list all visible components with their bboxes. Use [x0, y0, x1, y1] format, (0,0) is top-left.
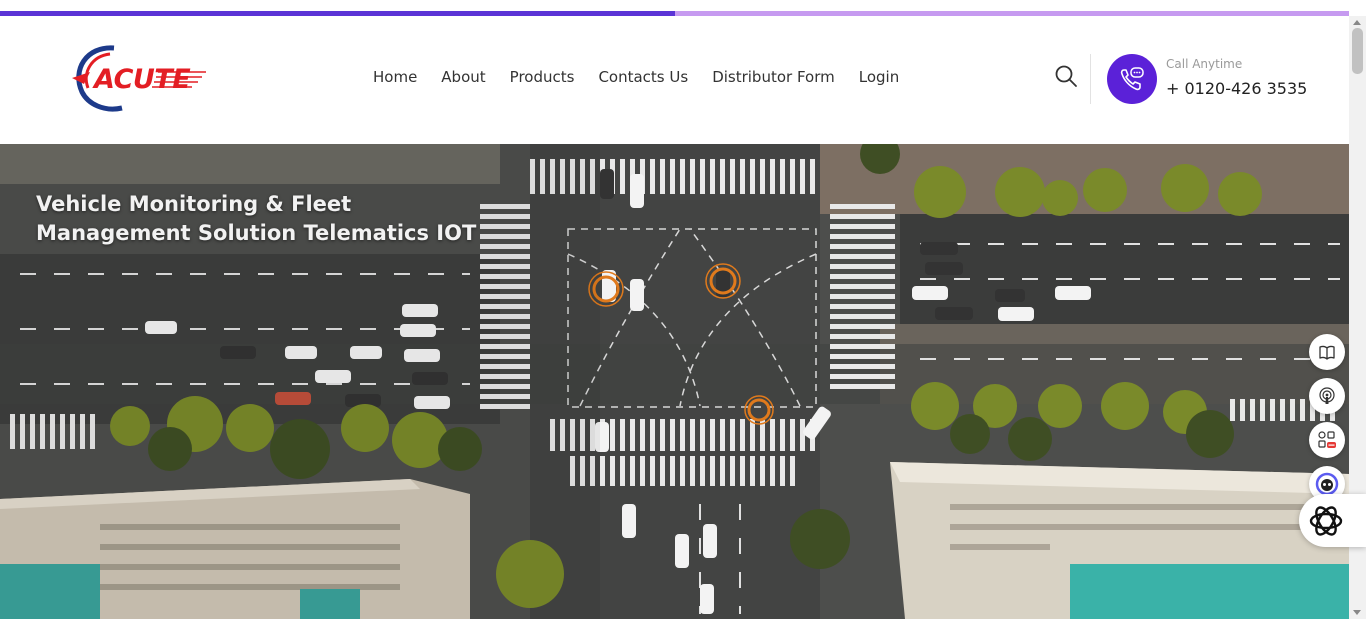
search-button[interactable] — [1054, 64, 1078, 88]
openai-logo-icon — [1309, 505, 1343, 536]
scroll-up-arrow-icon[interactable] — [1353, 20, 1361, 25]
call-anytime-label: Call Anytime — [1166, 57, 1243, 71]
nav-home[interactable]: Home — [373, 68, 417, 86]
apps-button[interactable] — [1309, 422, 1345, 458]
nav-products[interactable]: Products — [510, 68, 575, 86]
assistant-face-icon — [1315, 472, 1339, 496]
nav-login[interactable]: Login — [859, 68, 899, 86]
reading-mode-button[interactable] — [1309, 334, 1345, 370]
main-nav: Home About Products Contacts Us Distribu… — [373, 68, 899, 86]
nav-contacts-us[interactable]: Contacts Us — [598, 68, 688, 86]
scroll-thumb[interactable] — [1352, 28, 1363, 74]
nav-distributor-form[interactable]: Distributor Form — [712, 68, 835, 86]
chatgpt-sidebar-button[interactable] — [1299, 494, 1366, 547]
acute-logo[interactable]: ACUTE — [70, 44, 210, 116]
logo-text: ACUTE — [94, 64, 191, 95]
book-icon — [1319, 345, 1335, 360]
site-header: ACUTE Home About Products Contacts Us Di… — [0, 16, 1349, 144]
header-divider — [1090, 54, 1091, 104]
hero-title: Vehicle Monitoring & Fleet Management So… — [36, 192, 477, 245]
hero-banner: Vehicle Monitoring & Fleet Management So… — [0, 144, 1349, 619]
podcast-icon — [1319, 387, 1335, 404]
nav-about[interactable]: About — [441, 68, 485, 86]
call-button[interactable] — [1107, 54, 1157, 104]
apps-new-icon — [1318, 431, 1336, 448]
scroll-down-arrow-icon[interactable] — [1353, 610, 1361, 615]
phone-chat-icon — [1120, 67, 1144, 91]
listen-button[interactable] — [1309, 378, 1345, 414]
phone-number[interactable]: + 0120-426 3535 — [1166, 79, 1307, 98]
search-icon — [1055, 65, 1077, 87]
